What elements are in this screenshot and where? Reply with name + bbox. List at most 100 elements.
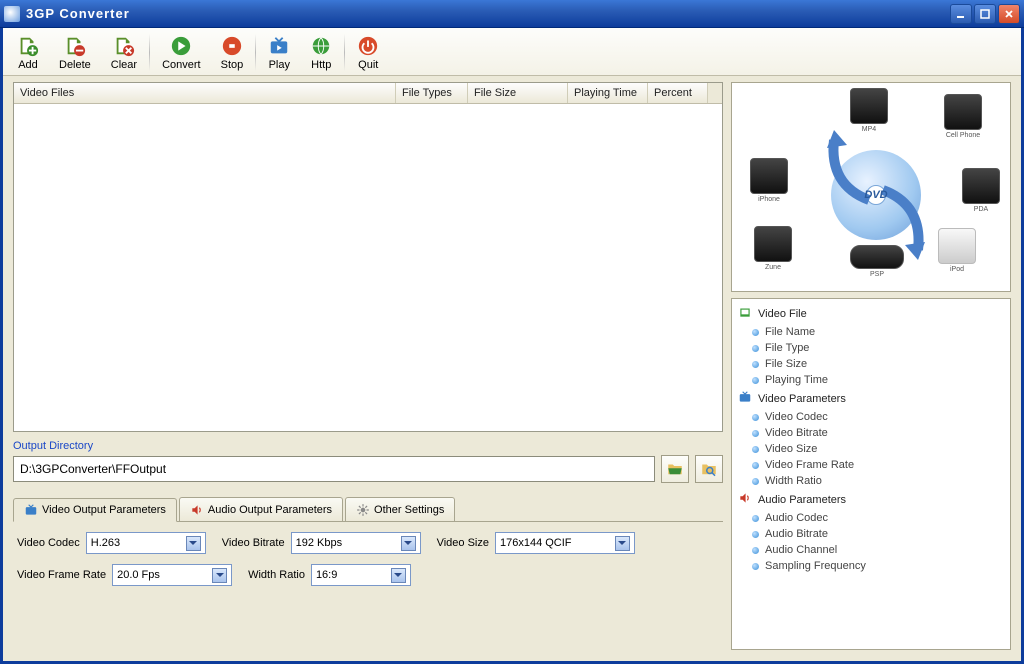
section-icon	[738, 491, 752, 508]
video-bitrate-select[interactable]: 192 Kbps	[291, 532, 421, 554]
tab-other-settings[interactable]: Other Settings	[345, 497, 455, 521]
col-file-types[interactable]: File Types	[396, 83, 468, 103]
output-directory-label: Output Directory	[13, 440, 723, 452]
tab-video-label: Video Output Parameters	[42, 504, 166, 516]
toolbar: Add Delete Clear Convert Stop Play Http	[3, 28, 1021, 76]
info-item: Video Size	[738, 441, 1004, 457]
chevron-down-icon	[391, 568, 406, 583]
bullet-icon	[752, 361, 759, 368]
tab-content: Video Codec H.263 Video Bitrate 192 Kbps	[13, 522, 723, 596]
bullet-icon	[752, 478, 759, 485]
bullet-icon	[752, 446, 759, 453]
stop-button[interactable]: Stop	[211, 30, 254, 75]
quit-icon	[357, 35, 379, 57]
info-item: Video Bitrate	[738, 425, 1004, 441]
clear-label: Clear	[111, 59, 137, 71]
col-video-files[interactable]: Video Files	[14, 83, 396, 103]
bullet-icon	[752, 547, 759, 554]
device-label: PDA	[961, 206, 1001, 213]
col-percent[interactable]: Percent	[648, 83, 708, 103]
device-label: iPhone	[749, 196, 789, 203]
add-file-icon	[17, 35, 39, 57]
info-item: Video Frame Rate	[738, 457, 1004, 473]
clear-icon	[113, 35, 135, 57]
tab-audio-output[interactable]: Audio Output Parameters	[179, 497, 343, 521]
add-button[interactable]: Add	[7, 30, 49, 75]
table-body-empty[interactable]	[14, 104, 722, 429]
info-item: File Name	[738, 324, 1004, 340]
table-header-row: Video Files File Types File Size Playing…	[14, 83, 722, 104]
content-area: Add Delete Clear Convert Stop Play Http	[0, 28, 1024, 664]
quit-label: Quit	[358, 59, 378, 71]
info-item-label: Video Frame Rate	[765, 459, 854, 471]
bullet-icon	[752, 329, 759, 336]
device-label: Cell Phone	[943, 132, 983, 139]
output-directory-input[interactable]	[13, 456, 655, 482]
tv-play-icon	[268, 35, 290, 57]
info-section-header: Video File	[738, 303, 1004, 324]
audio-tab-icon	[190, 503, 204, 517]
toolbar-separator	[344, 34, 345, 71]
http-button[interactable]: Http	[300, 30, 342, 75]
width-ratio-value: 16:9	[316, 569, 337, 581]
video-bitrate-value: 192 Kbps	[296, 537, 342, 549]
info-item-label: Width Ratio	[765, 475, 822, 487]
info-panel[interactable]: Video File File Name File Type File Size Pla…	[731, 298, 1011, 650]
info-item: Playing Time	[738, 372, 1004, 388]
video-frame-rate-select[interactable]: 20.0 Fps	[112, 564, 232, 586]
video-size-select[interactable]: 176x144 QCIF	[495, 532, 635, 554]
info-item: Video Codec	[738, 409, 1004, 425]
bullet-icon	[752, 563, 759, 570]
minimize-button[interactable]	[950, 4, 972, 24]
maximize-button[interactable]	[974, 4, 996, 24]
info-item: File Size	[738, 356, 1004, 372]
info-item-label: File Name	[765, 326, 815, 338]
info-item-label: File Size	[765, 358, 807, 370]
quit-button[interactable]: Quit	[347, 30, 389, 75]
play-label: Play	[269, 59, 290, 71]
window-title: 3GP Converter	[26, 6, 950, 21]
bullet-icon	[752, 531, 759, 538]
video-codec-select[interactable]: H.263	[86, 532, 206, 554]
section-title: Video Parameters	[758, 393, 846, 405]
info-item-label: Audio Codec	[765, 512, 828, 524]
browse-folder-button[interactable]	[661, 455, 689, 483]
info-section-header: Video Parameters	[738, 388, 1004, 409]
width-ratio-label: Width Ratio	[248, 569, 305, 581]
col-file-size[interactable]: File Size	[468, 83, 568, 103]
section-icon	[738, 390, 752, 407]
http-label: Http	[311, 59, 331, 71]
info-item-label: Video Bitrate	[765, 427, 828, 439]
app-icon	[4, 6, 20, 22]
section-title: Audio Parameters	[758, 494, 846, 506]
width-ratio-select[interactable]: 16:9	[311, 564, 411, 586]
info-item-label: Audio Bitrate	[765, 528, 828, 540]
add-label: Add	[18, 59, 38, 71]
video-frame-rate-label: Video Frame Rate	[17, 569, 106, 581]
info-item-label: Audio Channel	[765, 544, 837, 556]
folder-icon	[666, 460, 684, 478]
play-button[interactable]: Play	[258, 30, 300, 75]
delete-button[interactable]: Delete	[49, 30, 101, 75]
toolbar-separator	[149, 34, 150, 71]
open-folder-button[interactable]	[695, 455, 723, 483]
video-frame-rate-value: 20.0 Fps	[117, 569, 160, 581]
video-size-label: Video Size	[437, 537, 489, 549]
convert-button[interactable]: Convert	[152, 30, 211, 75]
video-size-value: 176x144 QCIF	[500, 537, 572, 549]
tab-other-label: Other Settings	[374, 504, 444, 516]
tab-video-output[interactable]: Video Output Parameters	[13, 498, 177, 522]
chevron-down-icon	[401, 536, 416, 551]
convert-icon	[170, 35, 192, 57]
device-diagram: DVD MP4 Cell Phone iPhone PDA Zune iPod …	[731, 82, 1011, 292]
clear-button[interactable]: Clear	[101, 30, 147, 75]
bullet-icon	[752, 377, 759, 384]
video-codec-label: Video Codec	[17, 537, 80, 549]
close-button[interactable]	[998, 4, 1020, 24]
col-playing-time[interactable]: Playing Time	[568, 83, 648, 103]
video-bitrate-label: Video Bitrate	[222, 537, 285, 549]
scroll-gutter	[708, 83, 722, 103]
info-item: File Type	[738, 340, 1004, 356]
tab-audio-label: Audio Output Parameters	[208, 504, 332, 516]
search-folder-icon	[700, 460, 718, 478]
